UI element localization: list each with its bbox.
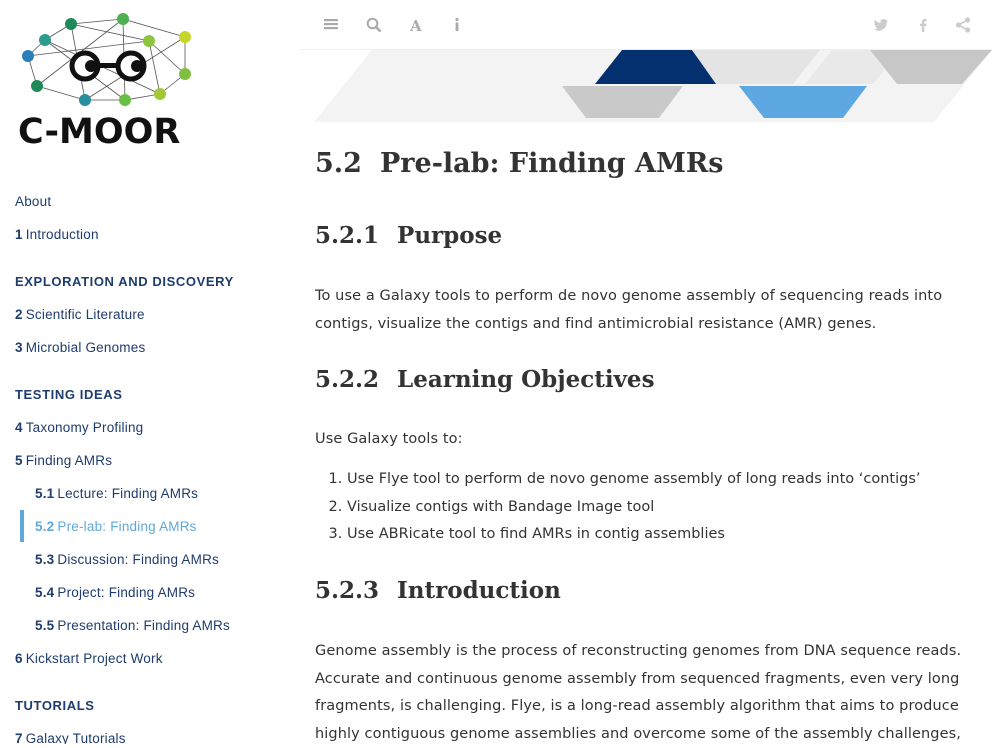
toc-section-5-2-active[interactable]: 5.2 Pre-lab: Finding AMRs [35,519,197,534]
section-title: Purpose [397,222,503,249]
toc-part-exploration: EXPLORATION AND DISCOVERY [15,274,234,289]
toc-part-testing-ideas: TESTING IDEAS [15,387,123,402]
toc-about-label: About [15,194,52,209]
search-icon[interactable] [363,14,385,36]
toc-label: Presentation: Finding AMRs [57,618,230,633]
decorative-banner [314,50,992,122]
toc-label: Galaxy Tutorials [25,731,126,744]
toc-about[interactable]: About [15,194,51,209]
toc-number: 1 [15,227,23,242]
section-title: Introduction [397,577,561,604]
toc-number: 5 [15,453,23,468]
info-icon[interactable] [446,14,468,36]
section-number: 5.2.1 [315,222,380,249]
list-item: Use Flye tool to perform de novo genome … [347,466,992,494]
toc-section-5-4[interactable]: 5.4 Project: Finding AMRs [35,585,195,600]
toc-chapter-1[interactable]: 1 Introduction [15,227,99,242]
toc-number: 5.3 [35,552,55,567]
toc-number: 3 [15,340,23,355]
objectives-intro: Use Galaxy tools to: [315,431,463,447]
toc-chapter-3[interactable]: 3 Microbial Genomes [15,340,145,355]
heading-learning-objectives: 5.2.2 Learning Objectives [315,366,655,393]
toc-label: Kickstart Project Work [25,651,163,666]
toc-section-5-1[interactable]: 5.1 Lecture: Finding AMRs [35,486,198,501]
toc-chapter-6[interactable]: 6 Kickstart Project Work [15,651,163,666]
font-icon[interactable]: A [406,14,428,36]
page-title: 5.2 Pre-lab: Finding AMRs [315,148,723,179]
toc-chapter-7[interactable]: 7 Galaxy Tutorials [15,731,126,744]
share-icon[interactable] [952,14,974,36]
toc-label: Scientific Literature [25,307,145,322]
heading-introduction: 5.2.3 Introduction [315,577,561,604]
section-number: 5.2 [315,148,362,179]
twitter-icon[interactable] [870,14,892,36]
svg-text:A: A [409,17,422,35]
section-number: 5.2.3 [315,577,380,604]
toc-chapter-5[interactable]: 5 Finding AMRs [15,453,112,468]
toc-number: 7 [15,731,23,744]
list-item: Use ABRicate tool to find AMRs in contig… [347,521,992,549]
toc-number: 5.4 [35,585,55,600]
sidebar: C-MOOR About 1 Introduction EXPLORATION A… [0,0,300,744]
section-title: Pre-lab: Finding AMRs [379,148,724,179]
toc-chapter-2[interactable]: 2 Scientific Literature [15,307,145,322]
c-moor-logo[interactable]: C-MOOR [15,8,210,153]
toc-label: Discussion: Finding AMRs [57,552,219,567]
objectives-list: Use Flye tool to perform de novo genome … [315,466,992,549]
section-title: Learning Objectives [397,366,655,393]
facebook-icon[interactable] [912,14,934,36]
toc-chapter-4[interactable]: 4 Taxonomy Profiling [15,420,143,435]
list-icon[interactable] [320,14,342,36]
toc-number: 6 [15,651,23,666]
toc-label: Lecture: Finding AMRs [57,486,199,501]
toc-label: Pre-lab: Finding AMRs [57,519,197,534]
toc-label: Taxonomy Profiling [25,420,144,435]
toc-number: 2 [15,307,23,322]
introduction-text: Genome assembly is the process of recons… [315,643,962,742]
toc-section-5-5[interactable]: 5.5 Presentation: Finding AMRs [35,618,230,633]
purpose-text: To use a Galaxy tools to perform de novo… [315,288,943,332]
toc-label: Microbial Genomes [25,340,146,355]
toc-label: Project: Finding AMRs [57,585,196,600]
active-indicator [20,510,24,542]
toc-number: 5.2 [35,519,55,534]
section-number: 5.2.2 [315,366,380,393]
book-toolbar: A [300,0,992,50]
toc-label: Introduction [25,227,99,242]
toc-part-tutorials: TUTORIALS [15,698,95,713]
svg-text:C-MOOR: C-MOOR [18,112,180,152]
heading-purpose: 5.2.1 Purpose [315,222,502,249]
toc-number: 4 [15,420,23,435]
toc-section-5-3[interactable]: 5.3 Discussion: Finding AMRs [35,552,219,567]
toc-number: 5.1 [35,486,55,501]
toc-label: Finding AMRs [25,453,113,468]
toc-number: 5.5 [35,618,55,633]
list-item: Visualize contigs with Bandage Image too… [347,494,992,522]
